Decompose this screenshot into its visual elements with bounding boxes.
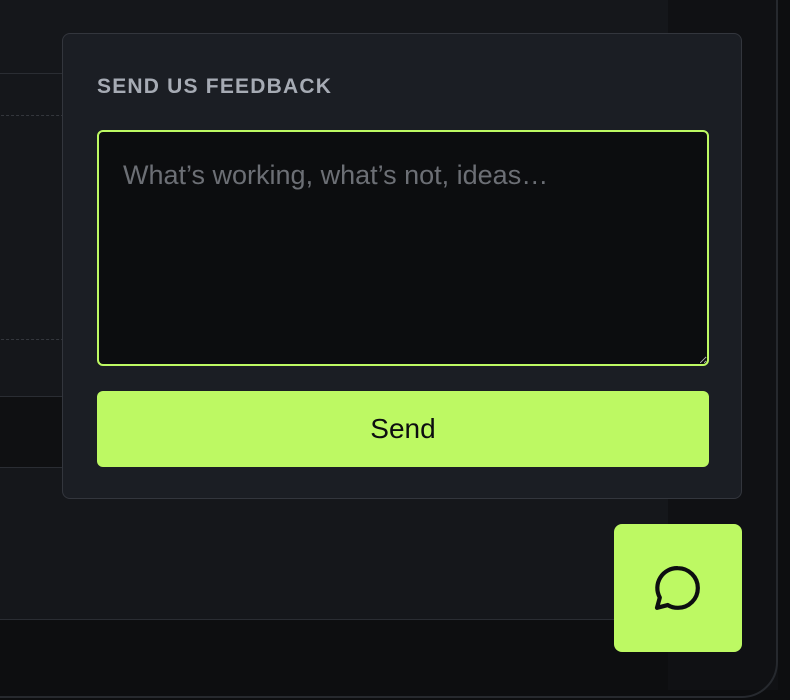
feedback-title: SEND US FEEDBACK: [97, 75, 333, 98]
feedback-textarea[interactable]: [97, 130, 709, 366]
chat-launcher-button[interactable]: [614, 524, 742, 652]
send-button[interactable]: Send: [97, 391, 709, 467]
feedback-popover: SEND US FEEDBACK Send: [62, 33, 742, 499]
chat-bubble-icon: [654, 566, 700, 610]
app-viewport: SEND US FEEDBACK Send: [0, 0, 790, 700]
